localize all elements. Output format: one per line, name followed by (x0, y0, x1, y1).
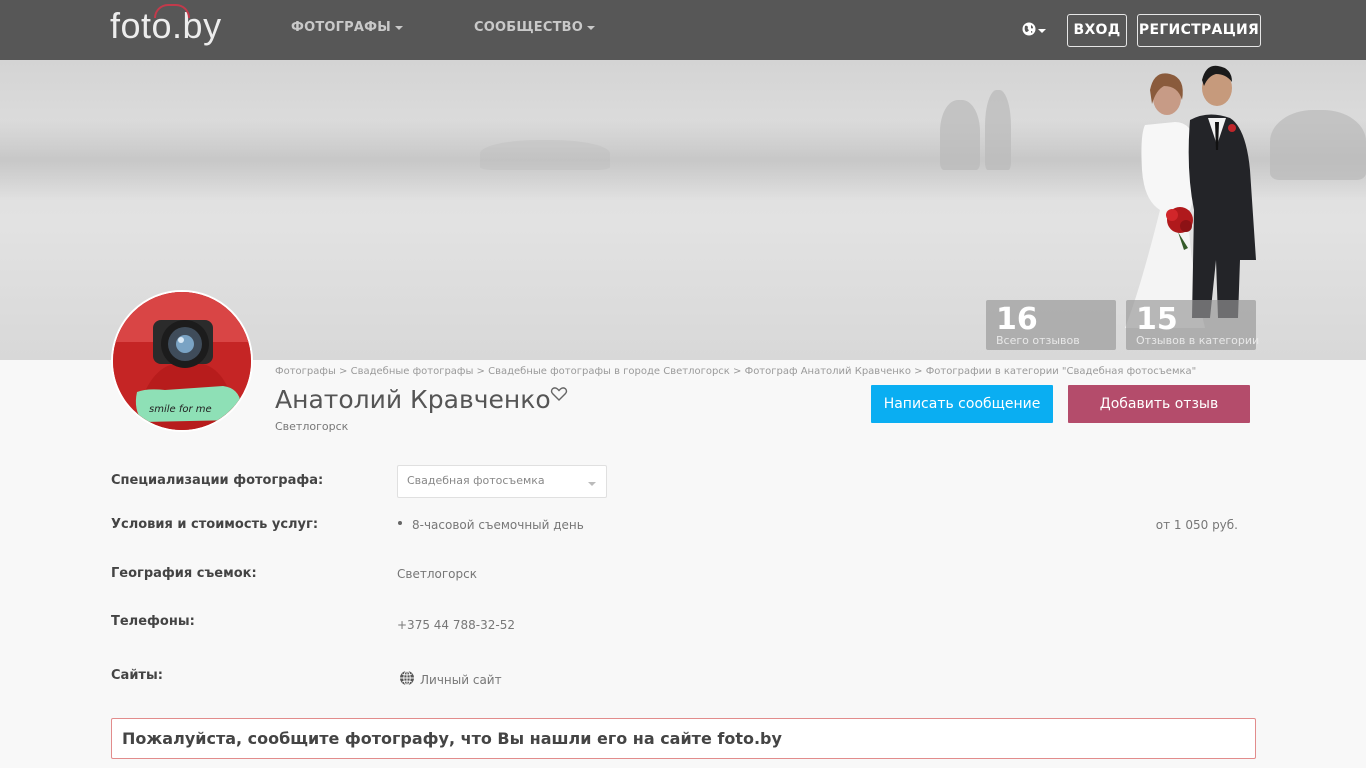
nav-community[interactable]: СООБЩЕСТВО (474, 20, 596, 35)
list-bullet (398, 521, 402, 525)
notice-text: Пожалуйста, сообщите фотографу, что Вы н… (122, 729, 782, 748)
stat-value: 16 (996, 302, 1038, 337)
banner-tree (940, 100, 980, 170)
top-navbar: foto.by ФОТОГРАФЫ СООБЩЕСТВО ВХОД РЕГИСТ… (0, 0, 1366, 60)
photographer-city: Светлогорск (275, 420, 349, 433)
stat-category-reviews: 15 Отзывов в категории (1126, 300, 1260, 350)
avatar-photo: smile for me (113, 292, 251, 430)
logo-roof-icon (154, 4, 190, 18)
specialization-select[interactable]: Свадебная фотосъемка (397, 465, 607, 498)
breadcrumb[interactable]: Фотографы > Свадебные фотографы > Свадеб… (275, 366, 1196, 377)
add-review-button[interactable]: Добавить отзыв (1068, 385, 1250, 423)
service-item: 8-часовой съемочный день (412, 518, 584, 532)
chevron-down-icon (1038, 29, 1046, 33)
phone-value[interactable]: +375 44 788-32-52 (397, 618, 515, 632)
banner-tree (480, 140, 610, 170)
nav-photographers[interactable]: ФОТОГРАФЫ (291, 20, 403, 35)
stat-label: Отзывов в категории (1136, 334, 1260, 347)
globe-icon (400, 670, 414, 686)
service-price: от 1 050 руб. (1155, 518, 1238, 532)
sites-label: Сайты: (111, 668, 163, 683)
write-message-button[interactable]: Написать сообщение (871, 385, 1053, 423)
chevron-down-icon (588, 482, 596, 486)
phones-label: Телефоны: (111, 614, 195, 629)
geography-label: География съемок: (111, 566, 257, 581)
specialization-selected: Свадебная фотосъемка (407, 474, 545, 487)
services-label: Условия и стоимость услуг: (111, 517, 319, 532)
page-title: Анатолий Кравченко (275, 385, 551, 414)
chevron-down-icon (394, 25, 403, 30)
login-button[interactable]: ВХОД (1067, 14, 1127, 47)
notice-banner: Пожалуйста, сообщите фотографу, что Вы н… (111, 718, 1256, 759)
geography-value: Светлогорск (397, 567, 477, 581)
nav-community-label: СООБЩЕСТВО (474, 20, 584, 35)
language-selector[interactable] (1020, 19, 1050, 41)
avatar-caption: smile for me (149, 404, 212, 415)
stat-value: 15 (1136, 302, 1178, 337)
globe-icon (1022, 22, 1036, 36)
stat-total-reviews: 16 Всего отзывов (986, 300, 1116, 350)
heart-icon[interactable] (550, 386, 568, 402)
specializations-label: Специализации фотографа: (111, 473, 324, 488)
avatar[interactable]: smile for me (111, 290, 253, 432)
banner-tree (985, 90, 1011, 170)
nav-photographers-label: ФОТОГРАФЫ (291, 20, 391, 35)
chevron-down-icon (587, 25, 596, 30)
site-logo[interactable]: foto.by (110, 4, 222, 46)
personal-site-link[interactable]: Личный сайт (420, 673, 502, 687)
stat-label: Всего отзывов (996, 334, 1080, 347)
register-button[interactable]: РЕГИСТРАЦИЯ (1137, 14, 1261, 47)
